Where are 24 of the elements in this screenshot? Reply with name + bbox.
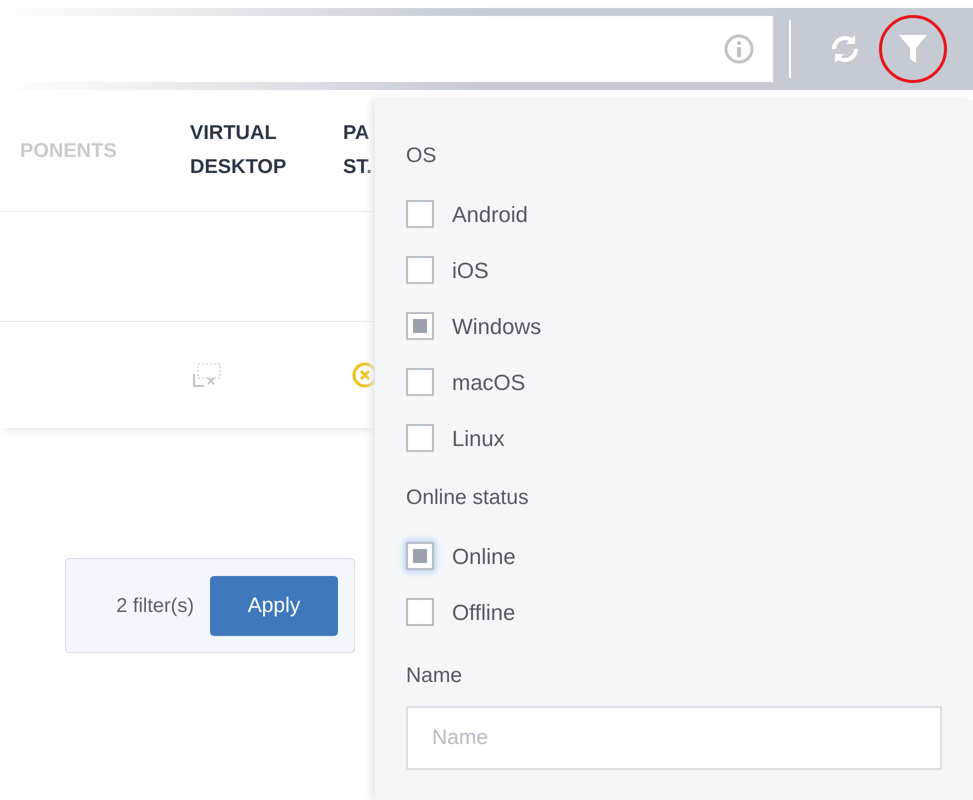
apply-button[interactable]: Apply xyxy=(210,576,338,636)
checkbox[interactable] xyxy=(406,312,434,340)
filter-icon[interactable] xyxy=(898,33,928,65)
field-label: Name xyxy=(406,663,464,689)
checkbox-label: macOS xyxy=(452,368,526,396)
checkbox-label: iOS xyxy=(452,256,489,284)
checkbox[interactable] xyxy=(406,368,434,396)
checkbox-label: Offline xyxy=(452,598,516,626)
checkbox-label: Windows xyxy=(452,312,542,340)
info-icon xyxy=(723,33,755,65)
checkbox-label: Android xyxy=(452,200,528,228)
checkbox[interactable] xyxy=(406,200,434,228)
filter-count: 2 filter(s) xyxy=(116,594,194,618)
checkbox[interactable] xyxy=(406,598,434,626)
name-field[interactable]: Name xyxy=(406,706,942,770)
checkbox[interactable] xyxy=(406,256,434,284)
column-header: PA ST. xyxy=(343,121,373,180)
checkbox[interactable] xyxy=(406,424,434,452)
checkbox-label: Online xyxy=(452,542,516,570)
column-header: VIRTUAL DESKTOP xyxy=(190,121,288,180)
section-title: Online status xyxy=(406,485,530,511)
checkbox[interactable] xyxy=(406,542,434,570)
section-title: OS xyxy=(406,143,438,169)
checkbox-label: Linux xyxy=(452,424,505,452)
